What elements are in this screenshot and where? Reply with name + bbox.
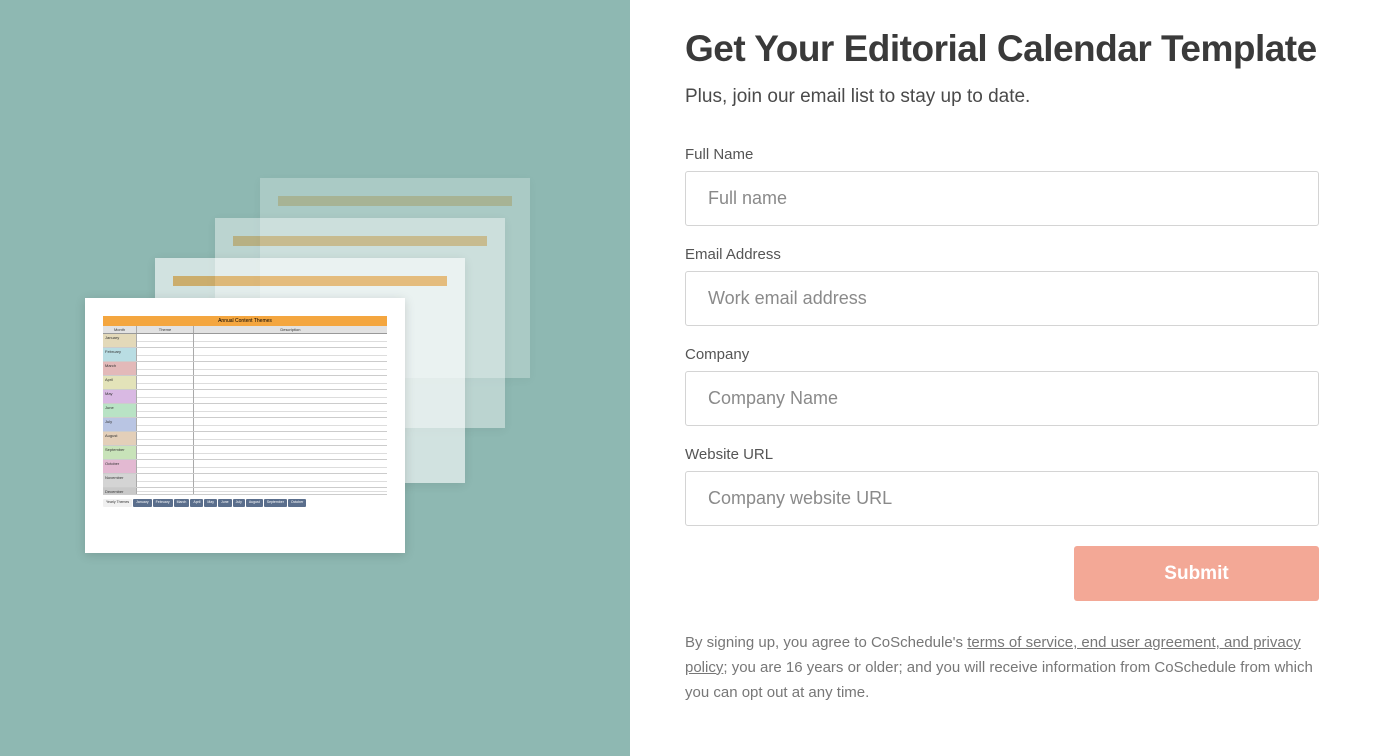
page-title: Get Your Editorial Calendar Template: [685, 28, 1319, 70]
page-subtitle: Plus, join our email list to stay up to …: [685, 86, 1319, 108]
preview-tabs: Yearly Themes JanuaryFebruary MarchApril…: [103, 499, 387, 507]
submit-button[interactable]: Submit: [1074, 546, 1319, 601]
preview-panel: Annual Content Themes Month Theme Descri…: [0, 0, 630, 756]
preview-title: Annual Content Themes: [103, 316, 387, 326]
preview-sheet-1: Annual Content Themes Month Theme Descri…: [85, 298, 405, 553]
website-label: Website URL: [685, 446, 1319, 463]
email-input[interactable]: [685, 271, 1319, 326]
website-input[interactable]: [685, 471, 1319, 526]
company-label: Company: [685, 346, 1319, 363]
email-label: Email Address: [685, 246, 1319, 263]
template-preview-stack: Annual Content Themes Month Theme Descri…: [85, 178, 545, 578]
full-name-input[interactable]: [685, 171, 1319, 226]
disclaimer-text: By signing up, you agree to CoSchedule's…: [685, 631, 1319, 705]
full-name-label: Full Name: [685, 146, 1319, 163]
company-input[interactable]: [685, 371, 1319, 426]
form-panel: Get Your Editorial Calendar Template Plu…: [630, 0, 1384, 756]
